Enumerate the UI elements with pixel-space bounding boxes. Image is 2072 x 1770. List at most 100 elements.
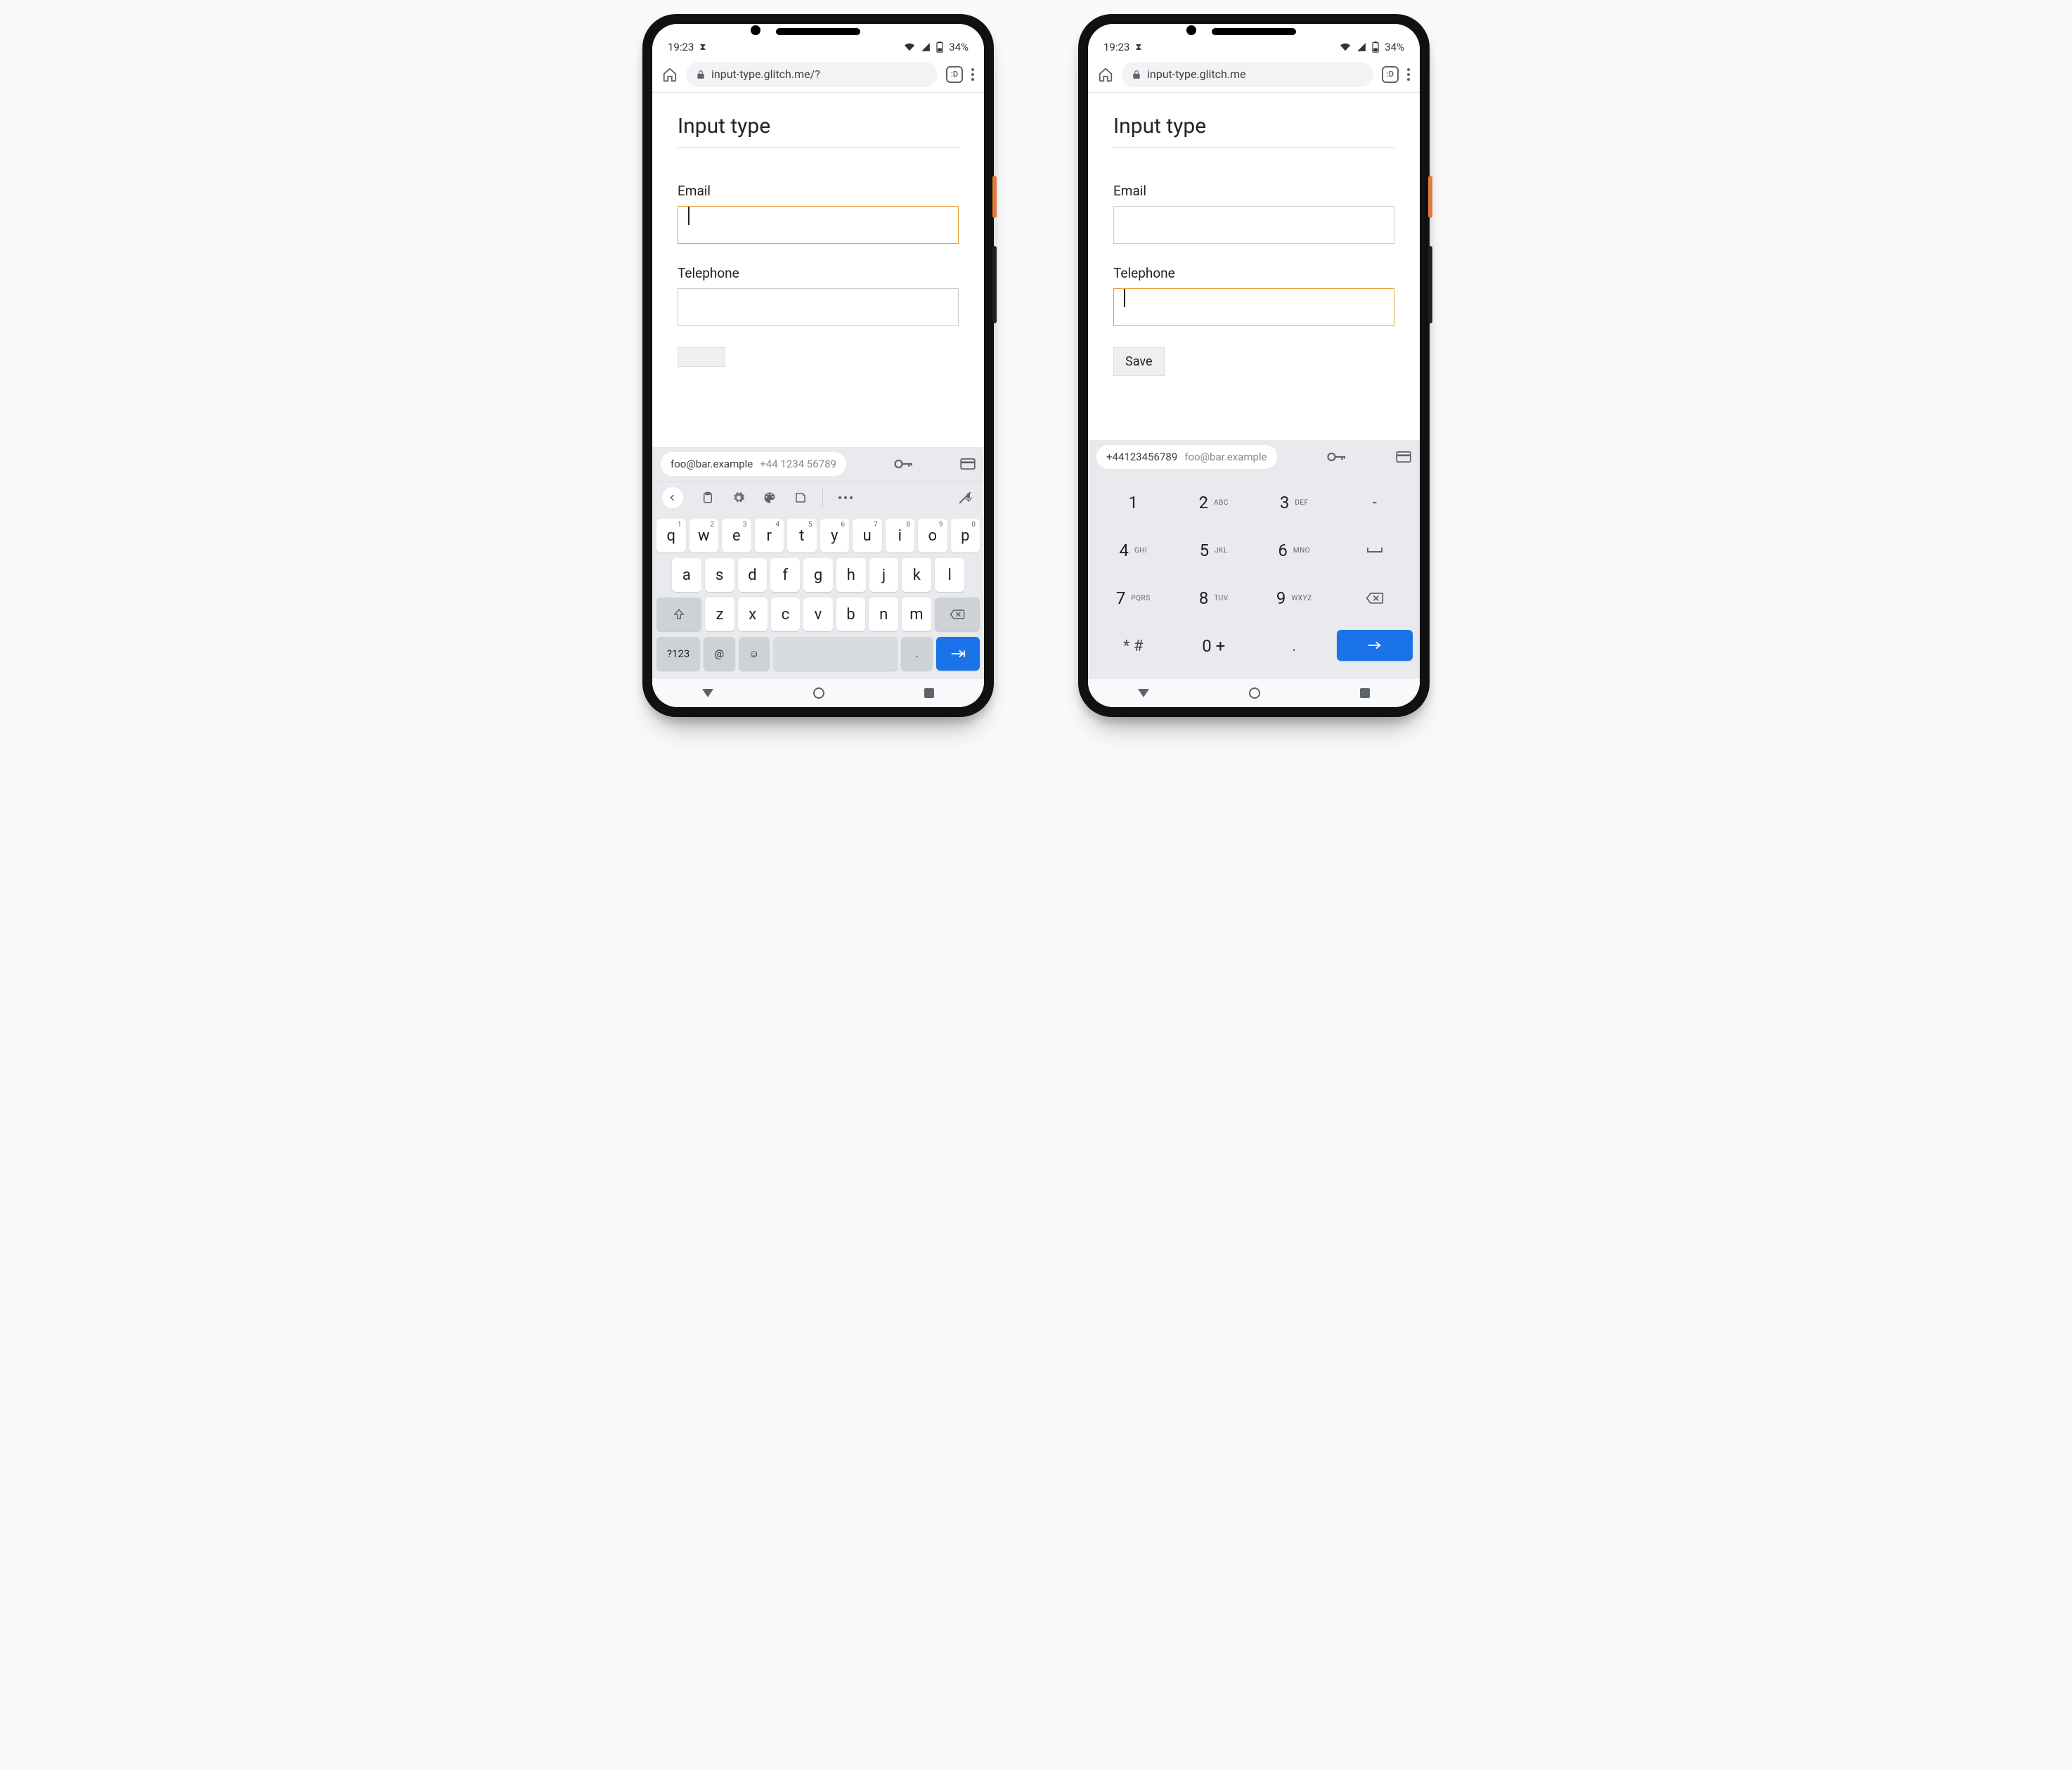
key-y[interactable]: y6 <box>820 519 850 553</box>
keyboard-back-icon[interactable] <box>662 487 683 508</box>
volume-button <box>1428 246 1432 323</box>
numpad-star-hash[interactable]: * # <box>1095 627 1172 665</box>
system-nav-bar <box>1088 679 1420 707</box>
key-n[interactable]: n <box>869 597 898 631</box>
telephone-field[interactable] <box>678 288 959 326</box>
suggestion-primary: +44123456789 <box>1106 451 1177 463</box>
nav-home-icon[interactable] <box>1249 687 1260 699</box>
numpad-⌫[interactable] <box>1337 579 1413 617</box>
key-a[interactable]: a <box>672 558 701 592</box>
key-v[interactable]: v <box>803 597 833 631</box>
key-b[interactable]: b <box>836 597 866 631</box>
save-button-partial[interactable] <box>678 347 725 367</box>
autofill-suggestion[interactable]: foo@bar.example +44 1234 56789 <box>661 452 846 476</box>
numpad-␣[interactable] <box>1337 531 1413 569</box>
home-icon[interactable] <box>662 67 678 82</box>
numpad-5[interactable]: 5JKL <box>1176 531 1252 569</box>
address-bar[interactable]: input-type.glitch.me <box>1122 62 1373 87</box>
key-o[interactable]: o9 <box>918 519 947 553</box>
period-key[interactable]: . <box>901 637 932 671</box>
keyboard-more-icon[interactable] <box>838 496 853 499</box>
passwords-key-icon[interactable] <box>894 458 912 470</box>
autofill-suggestion[interactable]: +44123456789 foo@bar.example <box>1096 445 1277 469</box>
email-field[interactable] <box>678 206 959 244</box>
speaker-notch <box>776 28 860 35</box>
payment-card-icon[interactable] <box>960 458 976 470</box>
numpad-3[interactable]: 3DEF <box>1256 484 1333 522</box>
palette-icon[interactable] <box>763 491 776 504</box>
tabs-button[interactable]: :D <box>946 66 963 83</box>
key-z[interactable]: z <box>705 597 734 631</box>
tabs-button[interactable]: :D <box>1382 66 1399 83</box>
key-c[interactable]: c <box>771 597 801 631</box>
clock: 19:23 <box>668 41 694 53</box>
key-j[interactable]: j <box>869 558 899 592</box>
numpad-8[interactable]: 8TUV <box>1176 579 1252 617</box>
key-i[interactable]: i8 <box>886 519 915 553</box>
numpad--[interactable]: - <box>1337 484 1413 522</box>
key-t[interactable]: t5 <box>787 519 817 553</box>
home-icon[interactable] <box>1098 67 1113 82</box>
address-bar[interactable]: input-type.glitch.me/? <box>686 62 938 87</box>
clipboard-icon[interactable] <box>701 491 714 504</box>
numpad-period[interactable]: . <box>1256 627 1333 665</box>
numpad-7[interactable]: 7PQRS <box>1095 579 1172 617</box>
phone-mockup-right: 19:23 ⧗ 34% input-type.glitch.me :D Inpu… <box>1078 14 1430 717</box>
email-label: Email <box>678 183 959 199</box>
nav-back-icon[interactable] <box>1138 689 1149 697</box>
key-r[interactable]: r4 <box>755 519 784 553</box>
payment-card-icon[interactable] <box>1396 451 1411 463</box>
sticker-icon[interactable] <box>794 491 807 504</box>
lock-icon <box>696 70 706 79</box>
key-s[interactable]: s <box>705 558 734 592</box>
key-q[interactable]: q1 <box>656 519 686 553</box>
numeric-keypad: 12ABC3DEF- 4GHI5JKL6MNO 7PQRS8TUV9WXYZ * #… <box>1088 474 1420 679</box>
key-l[interactable]: l <box>935 558 964 592</box>
nav-recents-icon[interactable] <box>1360 688 1370 698</box>
telephone-label: Telephone <box>1113 265 1394 281</box>
numpad-1[interactable]: 1 <box>1095 484 1172 522</box>
key-k[interactable]: k <box>902 558 931 592</box>
key-d[interactable]: d <box>738 558 768 592</box>
symbols-key[interactable]: ?123 <box>656 637 700 671</box>
nav-back-icon[interactable] <box>702 689 713 697</box>
numpad-6[interactable]: 6MNO <box>1256 531 1333 569</box>
email-field[interactable] <box>1113 206 1394 244</box>
numpad-enter[interactable] <box>1337 630 1413 661</box>
key-g[interactable]: g <box>803 558 833 592</box>
key-w[interactable]: w2 <box>689 519 719 553</box>
page-title: Input type <box>678 114 959 148</box>
front-camera <box>1186 25 1196 35</box>
passwords-key-icon[interactable] <box>1327 451 1345 463</box>
overflow-menu-icon[interactable] <box>971 68 974 81</box>
mic-off-icon[interactable] <box>963 491 974 504</box>
key-x[interactable]: x <box>738 597 768 631</box>
emoji-key[interactable]: ☺ <box>739 637 770 671</box>
battery-icon <box>936 41 943 53</box>
shift-key[interactable] <box>656 597 701 631</box>
key-h[interactable]: h <box>836 558 866 592</box>
power-button <box>1428 176 1432 218</box>
gear-icon[interactable] <box>732 491 745 504</box>
key-m[interactable]: m <box>902 597 931 631</box>
telephone-field[interactable] <box>1113 288 1394 326</box>
hourglass-icon: ⧗ <box>699 42 706 53</box>
overflow-menu-icon[interactable] <box>1407 68 1410 81</box>
space-key[interactable] <box>773 637 898 671</box>
browser-toolbar: input-type.glitch.me :D <box>1088 56 1420 93</box>
key-f[interactable]: f <box>770 558 800 592</box>
numpad-2[interactable]: 2ABC <box>1176 484 1252 522</box>
save-button[interactable]: Save <box>1113 347 1165 376</box>
nav-recents-icon[interactable] <box>924 688 934 698</box>
numpad-0[interactable]: 0 + <box>1176 627 1252 665</box>
key-p[interactable]: p0 <box>951 519 980 553</box>
suggestion-secondary: foo@bar.example <box>1184 451 1267 463</box>
backspace-key[interactable] <box>935 597 980 631</box>
at-key[interactable]: @ <box>704 637 734 671</box>
numpad-4[interactable]: 4GHI <box>1095 531 1172 569</box>
numpad-9[interactable]: 9WXYZ <box>1256 579 1333 617</box>
enter-key[interactable] <box>936 637 980 671</box>
key-u[interactable]: u7 <box>853 519 882 553</box>
nav-home-icon[interactable] <box>813 687 824 699</box>
key-e[interactable]: e3 <box>722 519 751 553</box>
